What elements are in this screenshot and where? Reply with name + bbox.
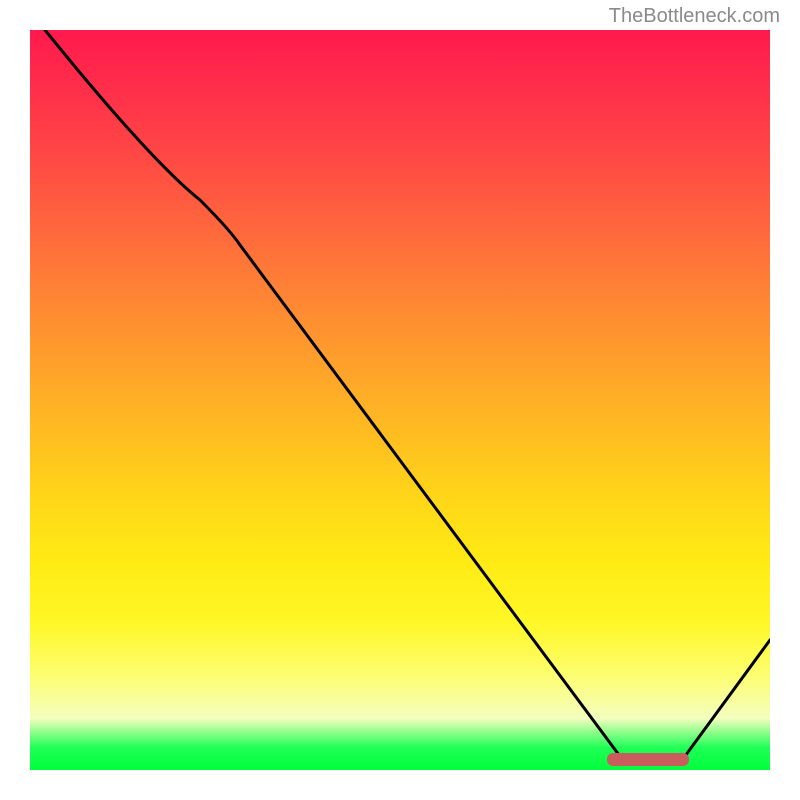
chart-container [30, 30, 770, 770]
watermark-text: TheBottleneck.com [609, 5, 780, 28]
bottleneck-curve [30, 30, 770, 770]
optimal-marker [607, 753, 688, 766]
